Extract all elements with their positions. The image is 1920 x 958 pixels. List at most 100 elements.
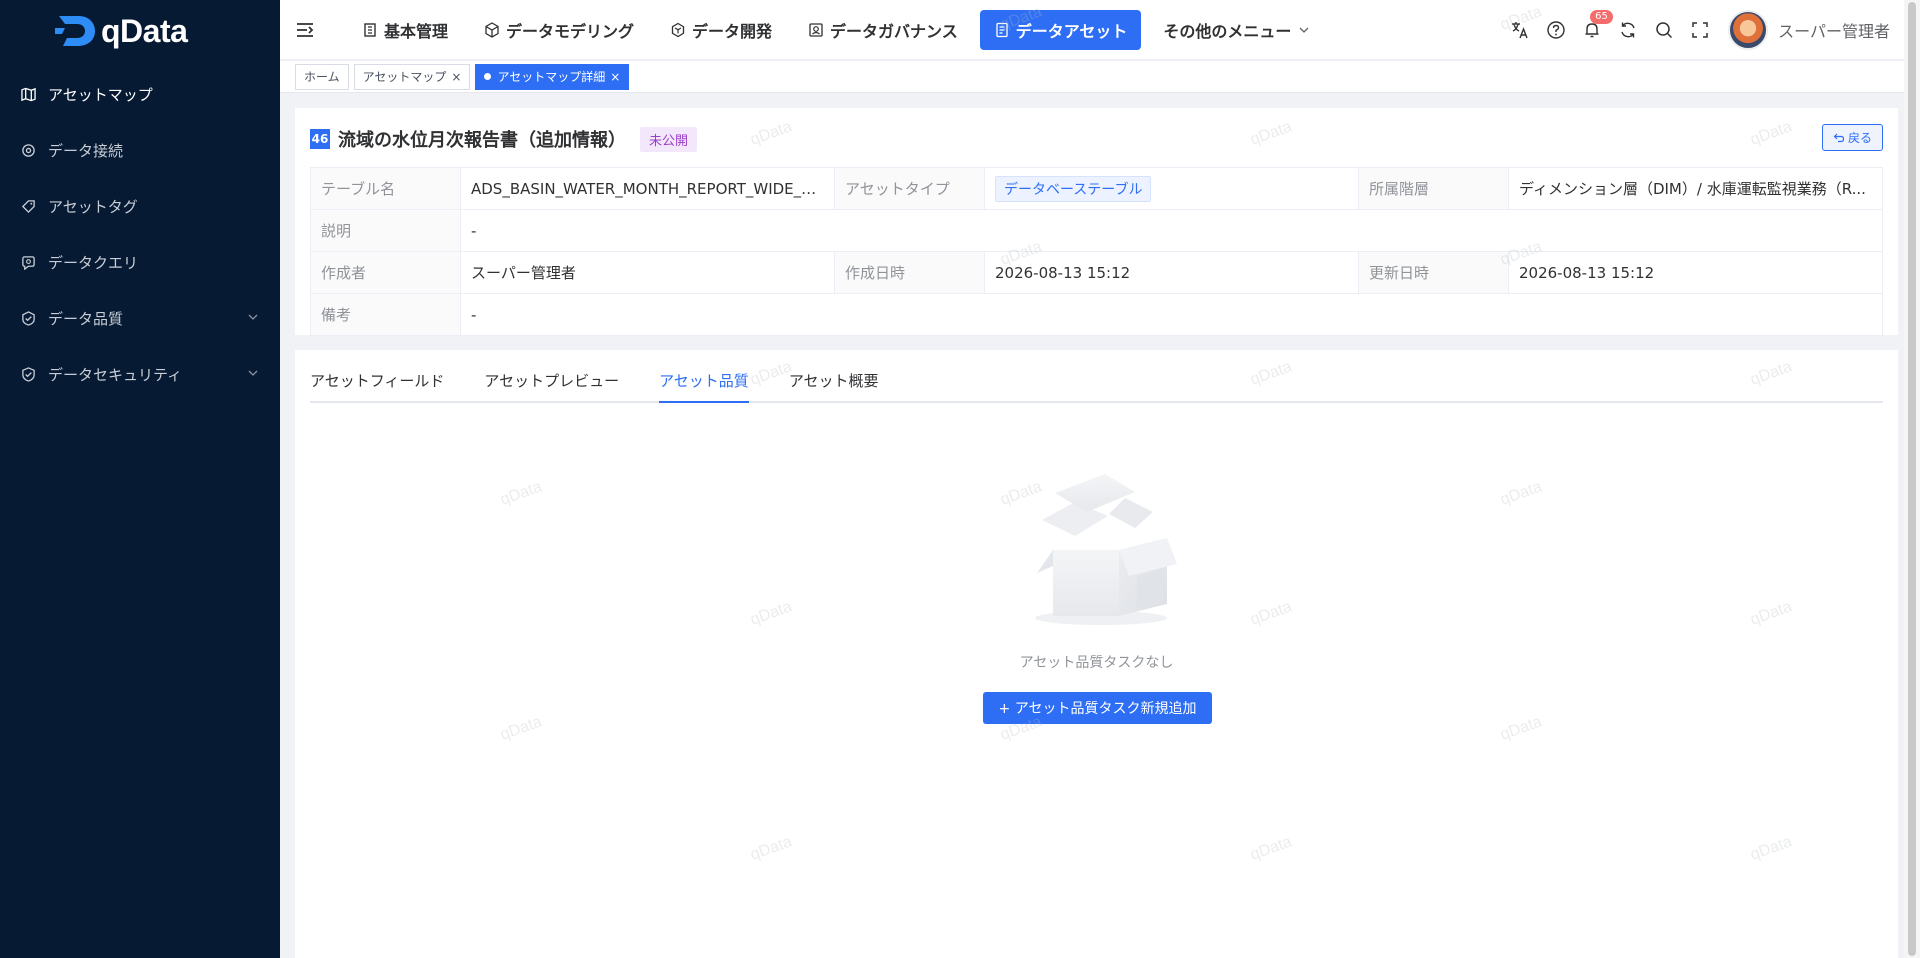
empty-text: アセット品質タスクなし [1019, 655, 1174, 671]
created-value: 2026-08-13 15:12 [984, 251, 1359, 294]
nav-data-development[interactable]: データ開発 [656, 10, 786, 50]
nav-label: データ開発 [692, 21, 773, 41]
logo[interactable]: qData [0, 0, 280, 62]
header-actions: 65 スーパー管理者 [1494, 0, 1890, 60]
tag-label: アセットマップ [362, 70, 447, 84]
empty-box-icon [1035, 474, 1177, 625]
add-quality-task-button[interactable]: + アセット品質タスク新規追加 [983, 692, 1212, 724]
bell-icon[interactable]: 65 [1582, 10, 1613, 40]
logo-mark-icon [52, 14, 97, 48]
governance-icon [808, 22, 824, 38]
table-name-label: テーブル名 [310, 167, 461, 210]
tab-asset-quality[interactable]: アセット品質 [659, 370, 749, 403]
nav-label: データモデリング [506, 21, 635, 41]
table-name-value: ADS_BASIN_WATER_MONTH_REPORT_WIDE_A... [460, 167, 835, 210]
tag-label: ホーム [304, 70, 340, 84]
nav-data-governance[interactable]: データガバナンス [794, 10, 972, 50]
sidebar-item-data-security[interactable]: データセキュリティ [0, 346, 280, 402]
building-icon [362, 22, 378, 38]
asset-tabs-card: アセットフィールド アセットプレビュー アセット品質 アセット概要 アセット品質… [295, 350, 1898, 958]
page-title: 流域の水位月次報告書（追加情報） [338, 130, 626, 151]
asset-info-table: テーブル名 ADS_BASIN_WATER_MONTH_REPORT_WIDE_… [310, 167, 1883, 336]
created-label: 作成日時 [834, 251, 985, 294]
scrollbar-thumb[interactable] [1908, 2, 1916, 956]
username[interactable]: スーパー管理者 [1778, 18, 1890, 42]
sidebar-item-label: アセットタグ [48, 197, 138, 216]
asset-title-row: 46 流域の水位月次報告書（追加情報） 未公開 [310, 126, 698, 152]
table-row: テーブル名 ADS_BASIN_WATER_MONTH_REPORT_WIDE_… [310, 167, 1883, 210]
sidebar-item-label: データセキュリティ [48, 365, 183, 384]
tab-asset-preview[interactable]: アセットプレビュー [484, 370, 619, 401]
tab-asset-overview[interactable]: アセット概要 [789, 370, 879, 401]
remark-label: 備考 [310, 293, 461, 336]
nav-data-modeling[interactable]: データモデリング [470, 10, 648, 50]
asset-detail-card: 46 流域の水位月次報告書（追加情報） 未公開 戻る テーブル名 ADS_BAS… [295, 108, 1898, 336]
tag-home[interactable]: ホーム [295, 63, 349, 90]
close-icon[interactable]: × [610, 70, 620, 84]
tag-asset-map[interactable]: アセットマップ × [353, 63, 471, 90]
tabs: アセットフィールド アセットプレビュー アセット品質 アセット概要 [310, 350, 1883, 403]
sidebar: qData アセットマップ データ接続 アセットタグ データクエリ データ品質 … [0, 0, 280, 958]
layer-label: 所属階層 [1358, 167, 1509, 210]
undo-icon [1833, 133, 1845, 142]
close-icon[interactable]: × [451, 70, 461, 84]
nav-data-asset[interactable]: データアセット [979, 9, 1142, 50]
table-row: 説明 - [310, 209, 1883, 252]
fullscreen-icon[interactable] [1690, 20, 1710, 40]
sidebar-item-data-quality[interactable]: データ品質 [0, 290, 280, 346]
nav-label: データガバナンス [830, 21, 958, 41]
connection-icon [20, 142, 36, 158]
creator-label: 作成者 [310, 251, 461, 294]
tag-icon [20, 198, 36, 214]
nav-label: その他のメニュー [1163, 21, 1292, 41]
back-label: 戻る [1847, 131, 1872, 145]
page-scrollbar[interactable] [1904, 0, 1920, 958]
nav-basic-management[interactable]: 基本管理 [348, 10, 462, 50]
updated-label: 更新日時 [1358, 251, 1509, 294]
hexagon-icon [670, 22, 686, 38]
chevron-down-icon [248, 370, 258, 376]
quality-icon [20, 310, 36, 326]
tag-asset-map-detail[interactable]: アセットマップ詳細 × [475, 63, 630, 90]
chevron-down-icon [248, 314, 258, 320]
nav-label: 基本管理 [384, 21, 449, 41]
active-dot-icon [484, 73, 492, 80]
updated-value: 2026-08-13 15:12 [1508, 251, 1883, 294]
asset-type-tag: データベーステーブル [995, 175, 1152, 202]
tab-asset-fields[interactable]: アセットフィールド [310, 370, 444, 401]
nav-more-menu[interactable]: その他のメニュー [1149, 10, 1323, 50]
query-icon [20, 254, 36, 270]
status-badge: 未公開 [640, 126, 698, 152]
search-icon[interactable] [1654, 20, 1674, 40]
help-icon[interactable] [1546, 20, 1566, 40]
sidebar-item-data-query[interactable]: データクエリ [0, 234, 280, 290]
desc-value: - [460, 209, 1883, 252]
shield-icon [20, 366, 36, 382]
sidebar-item-label: データクエリ [48, 253, 139, 272]
map-icon [20, 86, 36, 102]
avatar[interactable] [1728, 10, 1769, 50]
back-button[interactable]: 戻る [1821, 124, 1883, 151]
asset-number: 46 [310, 129, 330, 149]
table-row: 備考 - [310, 293, 1883, 336]
sidebar-item-data-connection[interactable]: データ接続 [0, 122, 280, 178]
tags-view-bar: ホーム アセットマップ × アセットマップ詳細 × [280, 61, 1920, 93]
asset-type-cell: データベーステーブル [984, 167, 1359, 210]
sidebar-item-asset-tag[interactable]: アセットタグ [0, 178, 280, 234]
translate-icon[interactable] [1510, 20, 1530, 40]
cube-icon [484, 21, 500, 38]
menu-toggle-icon[interactable] [296, 22, 314, 38]
asset-icon [994, 22, 1010, 38]
table-row: 作成者 スーパー管理者 作成日時 2026-08-13 15:12 更新日時 2… [310, 251, 1883, 294]
refresh-icon[interactable] [1618, 20, 1638, 40]
sidebar-item-label: データ接続 [48, 141, 124, 160]
sidebar-item-asset-map[interactable]: アセットマップ [0, 66, 280, 122]
top-header: 基本管理 データモデリング データ開発 データガバナンス データアセット その他… [280, 0, 1920, 60]
tag-label: アセットマップ詳細 [497, 70, 606, 84]
nav-label: データアセット [1015, 21, 1128, 41]
desc-label: 説明 [310, 209, 461, 252]
notification-badge: 65 [1590, 10, 1613, 24]
sidebar-item-label: アセットマップ [48, 85, 153, 104]
logo-text: qData [101, 12, 188, 49]
layer-value: ディメンション層（DIM）/ 水庫運転監視業務（R... [1508, 167, 1883, 210]
